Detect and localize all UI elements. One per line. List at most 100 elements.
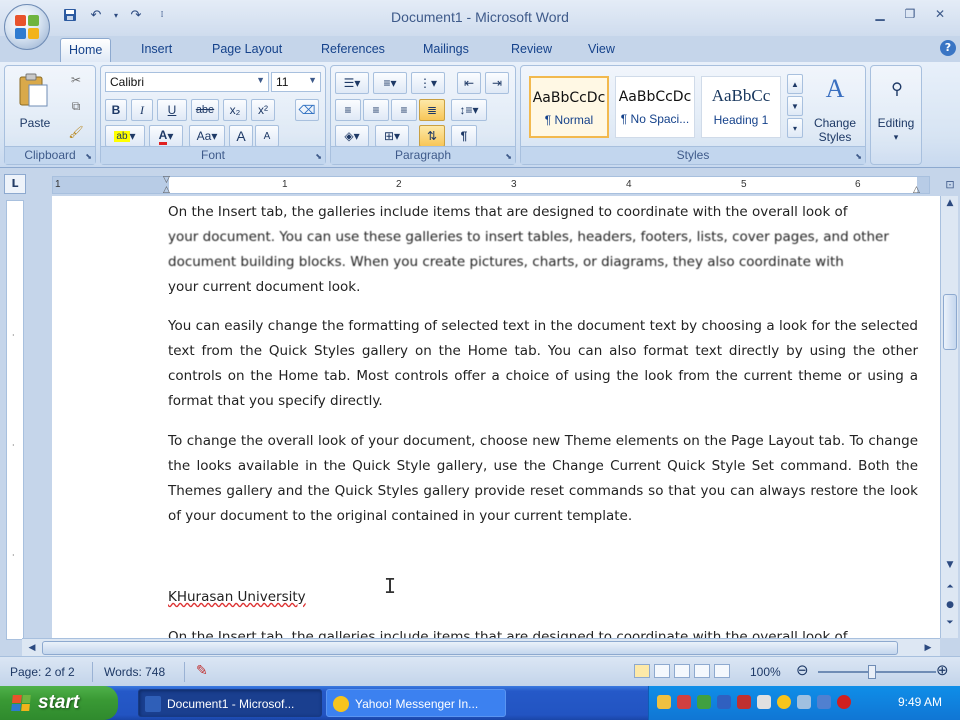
italic-button[interactable]: I [131, 99, 153, 121]
clipboard-launcher-icon[interactable]: ⬊ [85, 152, 92, 161]
view-ruler-icon[interactable]: ⊡ [942, 178, 958, 194]
paragraph-2[interactable]: You can easily change the formatting of … [168, 314, 918, 414]
justify-icon[interactable]: ≣ [419, 99, 445, 121]
restore-button[interactable]: ❐ [896, 4, 924, 24]
phone-tray-icon[interactable] [817, 695, 831, 709]
styles-more-icon[interactable]: ▾ [787, 118, 803, 138]
display-tray-icon[interactable] [757, 695, 771, 709]
underline-button[interactable]: U [157, 99, 187, 121]
close-button[interactable]: ✕ [926, 4, 954, 24]
sort-icon[interactable]: ⇅ [419, 125, 445, 147]
tab-view[interactable]: View [580, 38, 623, 62]
update-tray-icon[interactable] [737, 695, 751, 709]
zoom-level[interactable]: 100% [750, 665, 781, 679]
copy-icon[interactable]: ⧉ [65, 96, 87, 116]
font-color-icon[interactable]: A ▾ [149, 125, 183, 147]
word-count[interactable]: Words: 748 [104, 665, 165, 679]
decrease-indent-icon[interactable]: ⇤ [457, 72, 481, 94]
horizontal-scroll-thumb[interactable] [42, 641, 898, 655]
tab-home[interactable]: Home [60, 38, 112, 62]
highlight-icon[interactable]: ab ▾ [105, 125, 145, 147]
horizontal-ruler[interactable]: 1 1 2 3 4 5 6 ▽ △ △ [52, 175, 930, 195]
styles-scroll-down-icon[interactable]: ▼ [787, 96, 803, 116]
strikethrough-button[interactable]: abe [191, 99, 219, 121]
paragraph-4[interactable]: On the Insert tab, the galleries include… [168, 625, 918, 638]
document-page[interactable]: On the Insert tab, the galleries include… [52, 196, 940, 638]
zoom-slider[interactable] [818, 671, 936, 673]
style-normal[interactable]: AaBbCcDc ¶ Normal [529, 76, 609, 138]
increase-indent-icon[interactable]: ⇥ [485, 72, 509, 94]
styles-launcher-icon[interactable]: ⬊ [855, 152, 862, 161]
bold-button[interactable]: B [105, 99, 127, 121]
next-page-icon[interactable]: ⏷ [942, 616, 958, 630]
format-painter-icon[interactable]: 🖌 [65, 122, 87, 142]
align-center-icon[interactable]: ≡ [363, 99, 389, 121]
align-left-icon[interactable]: ≡ [335, 99, 361, 121]
shading-icon[interactable]: ◈▾ [335, 125, 369, 147]
align-right-icon[interactable]: ≡ [391, 99, 417, 121]
zoom-slider-thumb[interactable] [868, 665, 876, 679]
taskbar-word-document[interactable]: Document1 - Microsof... [138, 689, 322, 717]
font-size-combo[interactable]: 11 ▼ [271, 72, 321, 92]
start-button[interactable]: start [0, 686, 118, 720]
horizontal-scrollbar[interactable]: ◀ ▶ [22, 638, 940, 656]
antivirus-tray-icon[interactable] [837, 695, 851, 709]
style-no-spacing[interactable]: AaBbCcDc ¶ No Spaci... [615, 76, 695, 138]
numbering-icon[interactable]: ≡▾ [373, 72, 407, 94]
shrink-font-button[interactable]: A [255, 125, 279, 147]
paragraph-3[interactable]: To change the overall look of your docum… [168, 429, 918, 529]
first-line-indent-icon[interactable]: ▽ [163, 175, 170, 185]
subscript-button[interactable]: x₂ [223, 99, 247, 121]
line-spacing-icon[interactable]: ↕≡▾ [451, 99, 487, 121]
font-name-combo[interactable]: Calibri ▼ [105, 72, 269, 92]
vertical-scrollbar[interactable]: ▲ ▼ ⏶ ● ⏷ [940, 196, 958, 638]
network-tray-icon[interactable] [697, 695, 711, 709]
change-styles-icon[interactable]: A [813, 72, 857, 106]
clock[interactable]: 9:49 AM [898, 695, 942, 709]
show-formatting-icon[interactable]: ¶ [451, 125, 477, 147]
style-heading-1[interactable]: AaBbCc Heading 1 [701, 76, 781, 138]
tab-review[interactable]: Review [503, 38, 560, 62]
left-indent-icon[interactable]: △ [163, 185, 170, 195]
borders-icon[interactable]: ⊞▾ [375, 125, 409, 147]
paste-icon[interactable] [11, 70, 55, 110]
clear-formatting-icon[interactable]: ⌫ [295, 99, 319, 121]
proofing-icon[interactable]: ✎ [196, 662, 208, 679]
security-tray-icon[interactable] [677, 695, 691, 709]
zoom-in-icon[interactable]: ⊕ [936, 661, 949, 679]
scroll-right-icon[interactable]: ▶ [920, 641, 936, 655]
print-layout-icon[interactable] [634, 664, 650, 678]
folder-tray-icon[interactable] [657, 695, 671, 709]
bullets-icon[interactable]: ☰▾ [335, 72, 369, 94]
vertical-ruler[interactable]: · · · [6, 200, 24, 640]
scroll-down-icon[interactable]: ▼ [942, 558, 958, 572]
change-case-button[interactable]: Aa ▾ [189, 125, 225, 147]
outline-icon[interactable] [694, 664, 710, 678]
heading-text[interactable]: KHurasan University [168, 585, 918, 610]
cut-icon[interactable]: ✂ [65, 70, 87, 90]
draft-icon[interactable] [714, 664, 730, 678]
previous-page-icon[interactable]: ⏶ [942, 580, 958, 594]
tab-selector[interactable]: L [4, 174, 26, 194]
font-launcher-icon[interactable]: ⬊ [315, 152, 322, 161]
superscript-button[interactable]: x² [251, 99, 275, 121]
select-browse-object-icon[interactable]: ● [942, 598, 958, 612]
binoculars-icon[interactable]: ⚲ [883, 74, 911, 104]
tab-page-layout[interactable]: Page Layout [204, 38, 290, 62]
office-button[interactable] [4, 4, 50, 50]
styles-scroll-up-icon[interactable]: ▲ [787, 74, 803, 94]
editing-button[interactable]: Editing [871, 116, 921, 130]
minimize-button[interactable]: ▁ [866, 4, 894, 24]
vertical-scroll-thumb[interactable] [943, 294, 957, 350]
zoom-out-icon[interactable]: ⊖ [796, 661, 809, 679]
paragraph-launcher-icon[interactable]: ⬊ [505, 152, 512, 161]
right-indent-icon[interactable]: △ [913, 185, 920, 195]
web-layout-icon[interactable] [674, 664, 690, 678]
full-screen-reading-icon[interactable] [654, 664, 670, 678]
paste-button[interactable]: Paste [11, 116, 59, 130]
tab-mailings[interactable]: Mailings [415, 38, 477, 62]
scroll-up-icon[interactable]: ▲ [942, 196, 958, 210]
messenger-tray-icon[interactable] [777, 695, 791, 709]
help-icon[interactable]: ? [940, 40, 956, 56]
page-indicator[interactable]: Page: 2 of 2 [10, 665, 75, 679]
